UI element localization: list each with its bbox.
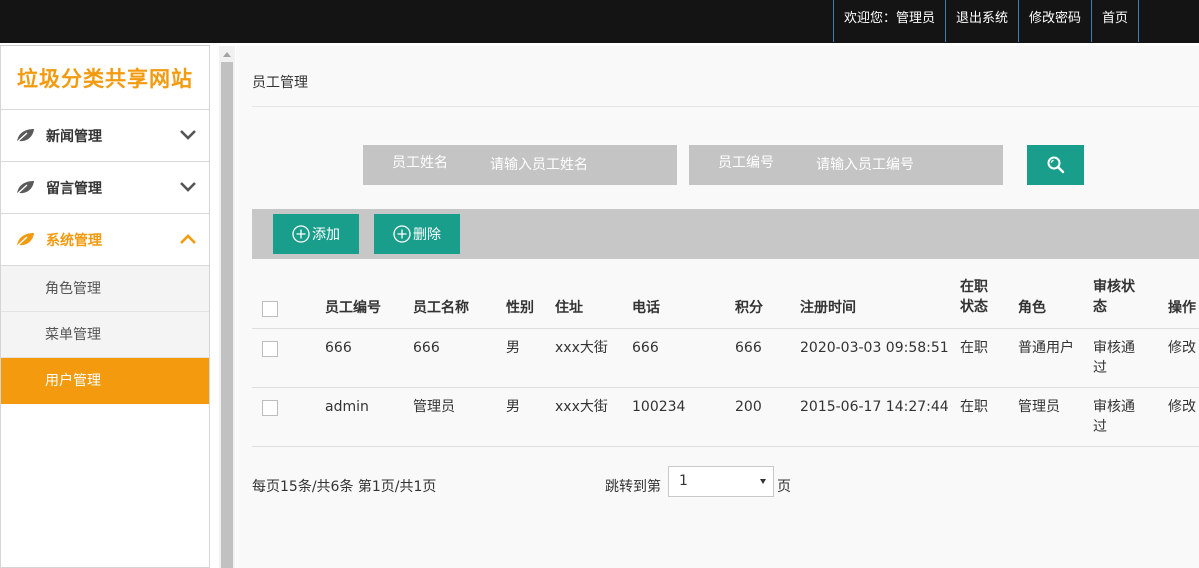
add-button[interactable]: 添加 — [273, 214, 359, 254]
cell-name: 管理员 — [413, 399, 455, 415]
edit-link[interactable]: 修改 — [1168, 397, 1196, 417]
add-button-label: 添加 — [312, 227, 340, 243]
edit-link[interactable]: 修改 — [1168, 338, 1196, 358]
column-header: 住址 — [555, 300, 583, 316]
cell-review: 审核通过 — [1093, 340, 1135, 376]
chevron-down-icon — [180, 130, 196, 140]
main-content: 员工管理 员工姓名 员工编号 添加 删除 员工编号 员工名称 性别 住址 电话 … — [236, 46, 1199, 568]
scrollbar[interactable] — [219, 46, 235, 568]
cell-address: xxx大街 — [555, 340, 608, 356]
pagination-links[interactable]: 首页 上一页 下一页 尾页 — [448, 476, 601, 496]
logout-link[interactable]: 退出系统 — [945, 0, 1018, 42]
scrollbar-thumb[interactable] — [221, 62, 233, 568]
column-header: 员工名称 — [413, 300, 469, 316]
menu-messages-label: 留言管理 — [46, 180, 102, 197]
employee-table: 员工编号 员工名称 性别 住址 电话 积分 注册时间 在职状态 角色 审核状态 … — [252, 274, 1199, 447]
cell-status: 在职 — [960, 340, 988, 356]
chevron-down-icon — [180, 182, 196, 192]
leaf-icon — [15, 180, 34, 196]
cell-role: 管理员 — [1018, 399, 1060, 415]
home-link[interactable]: 首页 — [1091, 0, 1140, 42]
column-header: 在职状态 — [960, 279, 988, 315]
employee-name-search: 员工姓名 — [363, 145, 677, 185]
employee-code-input[interactable] — [803, 145, 1003, 185]
cell-points: 200 — [735, 399, 762, 415]
employee-name-input[interactable] — [477, 145, 677, 185]
table-row: admin 管理员 男 xxx大街 100234 200 2015-06-17 … — [252, 388, 1199, 447]
employee-code-search: 员工编号 — [689, 145, 1003, 185]
cell-address: xxx大街 — [555, 399, 608, 415]
row-checkbox[interactable] — [262, 400, 278, 416]
cell-registered: 2015-06-17 14:27:44 — [800, 399, 949, 415]
top-bar: 欢迎您：管理员 退出系统 修改密码 首页 — [0, 0, 1199, 43]
leaf-icon — [15, 128, 34, 144]
jump-to-label: 跳转到第 — [605, 479, 661, 495]
column-header: 审核状态 — [1093, 279, 1135, 315]
toolbar: 添加 删除 — [252, 209, 1199, 259]
column-header: 积分 — [735, 300, 763, 316]
sidebar-item-users[interactable]: 用户管理 — [1, 358, 209, 404]
menu-news-label: 新闻管理 — [46, 128, 102, 145]
employee-code-label: 员工编号 — [689, 145, 803, 185]
dropdown-arrow-icon — [760, 479, 766, 484]
cell-code: admin — [325, 399, 369, 415]
page-select[interactable]: 1 — [668, 466, 774, 497]
menu-system[interactable]: 系统管理 — [1, 214, 209, 266]
cell-review: 审核通过 — [1093, 399, 1135, 435]
cell-name: 666 — [413, 340, 440, 356]
title-divider — [252, 106, 1199, 107]
column-header: 操作 — [1168, 300, 1196, 316]
welcome-link[interactable]: 欢迎您：管理员 — [833, 0, 945, 42]
column-header: 员工编号 — [325, 300, 381, 316]
pagination-info: 每页15条/共6条 第1页/共1页 — [252, 479, 437, 495]
cell-gender: 男 — [506, 399, 520, 415]
cell-code: 666 — [325, 340, 352, 356]
column-header: 电话 — [632, 300, 660, 316]
plus-circle-icon — [292, 225, 310, 243]
cell-phone: 666 — [632, 340, 659, 356]
page-title: 员工管理 — [252, 75, 308, 91]
cell-role: 普通用户 — [1018, 340, 1074, 356]
sidebar-item-menus[interactable]: 菜单管理 — [1, 312, 209, 358]
change-password-link[interactable]: 修改密码 — [1018, 0, 1091, 42]
table-header-row: 员工编号 员工名称 性别 住址 电话 积分 注册时间 在职状态 角色 审核状态 … — [252, 274, 1199, 329]
column-header: 性别 — [506, 300, 534, 316]
search-icon — [1047, 156, 1064, 174]
column-header: 角色 — [1018, 300, 1046, 316]
delete-button-label: 删除 — [413, 227, 441, 243]
employee-name-label: 员工姓名 — [363, 145, 477, 185]
cell-phone: 100234 — [632, 399, 686, 415]
cell-status: 在职 — [960, 399, 988, 415]
menu-system-label: 系统管理 — [46, 232, 102, 249]
scroll-up-arrow-icon[interactable] — [223, 52, 231, 57]
menu-messages[interactable]: 留言管理 — [1, 162, 209, 214]
plus-circle-icon — [393, 225, 411, 243]
row-checkbox[interactable] — [262, 341, 278, 357]
select-all-checkbox[interactable] — [262, 301, 278, 317]
menu-news[interactable]: 新闻管理 — [1, 110, 209, 162]
page-suffix-label: 页 — [777, 479, 791, 495]
cell-gender: 男 — [506, 340, 520, 356]
table-row: 666 666 男 xxx大街 666 666 2020-03-03 09:58… — [252, 329, 1199, 388]
page-select-value: 1 — [679, 473, 688, 489]
search-button[interactable] — [1027, 145, 1084, 185]
pagination: 每页15条/共6条 第1页/共1页 首页 上一页 下一页 尾页 跳转到第 1 页 — [252, 466, 1192, 498]
sidebar-item-roles[interactable]: 角色管理 — [1, 266, 209, 312]
sidebar: 垃圾分类共享网站 新闻管理 留言管理 系统管理 角色管理 菜单管理 用户管理 — [0, 45, 210, 568]
cell-registered: 2020-03-03 09:58:51 — [800, 340, 949, 356]
leaf-icon — [15, 232, 34, 248]
delete-button[interactable]: 删除 — [374, 214, 460, 254]
cell-points: 666 — [735, 340, 762, 356]
top-nav: 欢迎您：管理员 退出系统 修改密码 首页 — [833, 0, 1140, 42]
column-header: 注册时间 — [800, 300, 856, 316]
chevron-up-icon — [180, 234, 196, 244]
site-logo: 垃圾分类共享网站 — [1, 46, 209, 110]
